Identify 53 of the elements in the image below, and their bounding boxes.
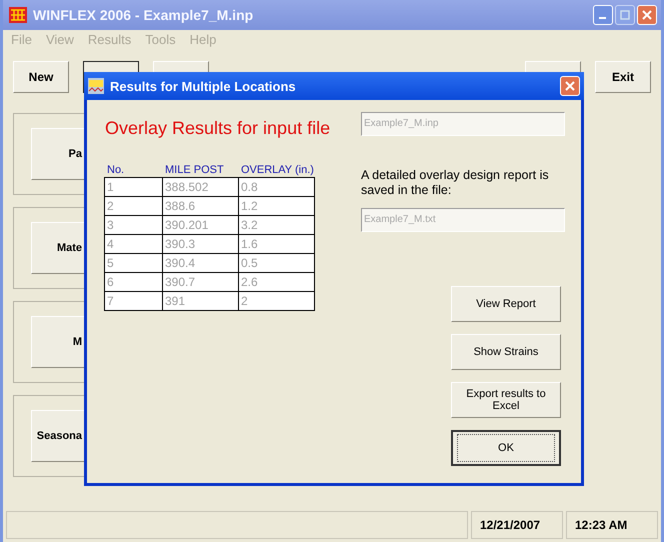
table-cell: 7 — [104, 291, 163, 311]
table-cell: 0.5 — [238, 253, 315, 273]
dialog-title: Results for Multiple Locations — [110, 78, 296, 94]
table-cell: 1.2 — [238, 196, 315, 216]
table-cell: 3 — [104, 215, 163, 235]
table-cell: 390.201 — [162, 215, 239, 235]
dialog-button[interactable]: View Report — [451, 286, 561, 322]
results-heading: Overlay Results for input file — [105, 117, 332, 140]
table-cell: 2.6 — [238, 272, 315, 292]
dialog-button[interactable]: Show Strains — [451, 334, 561, 370]
close-icon — [642, 10, 652, 20]
table-cell: 5 — [104, 253, 163, 273]
column-header: OVERLAY (in.) — [240, 164, 315, 178]
table-cell: 2 — [104, 196, 163, 216]
table-cell: 4 — [104, 234, 163, 254]
table-cell: 0.8 — [238, 177, 315, 197]
close-button[interactable] — [560, 76, 580, 96]
window-title: WINFLEX 2006 - Example7_M.inp — [33, 7, 254, 23]
report-note: A detailed overlay design report is saved in the file: — [361, 168, 550, 198]
table-cell: 391 — [162, 291, 239, 311]
close-icon — [565, 81, 575, 91]
close-button[interactable] — [637, 5, 657, 25]
dialog-button[interactable]: OK — [451, 430, 561, 466]
table-cell: 3.2 — [238, 215, 315, 235]
dialog-button[interactable]: Export results to Excel — [451, 382, 561, 418]
table-cell: 388.502 — [162, 177, 239, 197]
column-header: MILE POST — [164, 164, 225, 178]
table-cell: 2 — [238, 291, 315, 311]
report-file-field[interactable]: Example7_M.txt — [361, 208, 565, 232]
menu-item[interactable]: Results — [88, 32, 132, 47]
column-header: No. — [106, 164, 126, 178]
menu-item[interactable]: View — [46, 32, 74, 47]
status-date: 12/21/2007 — [471, 511, 563, 539]
minimize-icon — [598, 17, 606, 19]
table-cell: 388.6 — [162, 196, 239, 216]
exit-button[interactable]: Exit — [595, 61, 651, 93]
new-button[interactable]: New — [13, 61, 69, 93]
menu-item[interactable]: Help — [190, 32, 216, 47]
app-icon — [9, 7, 27, 23]
status-time: 12:23 AM — [566, 511, 658, 539]
minimize-button[interactable] — [593, 5, 613, 25]
menu-item[interactable]: File — [11, 32, 32, 47]
table-cell: 6 — [104, 272, 163, 292]
maximize-icon — [620, 10, 630, 20]
chart-icon — [88, 78, 104, 94]
table-cell: 1 — [104, 177, 163, 197]
maximize-button[interactable] — [615, 5, 635, 25]
table-cell: 390.3 — [162, 234, 239, 254]
menu-item[interactable]: Tools — [145, 32, 176, 47]
table-cell: 390.4 — [162, 253, 239, 273]
table-cell: 390.7 — [162, 272, 239, 292]
input-file-field[interactable]: Example7_M.inp — [361, 112, 565, 136]
table-cell: 1.6 — [238, 234, 315, 254]
